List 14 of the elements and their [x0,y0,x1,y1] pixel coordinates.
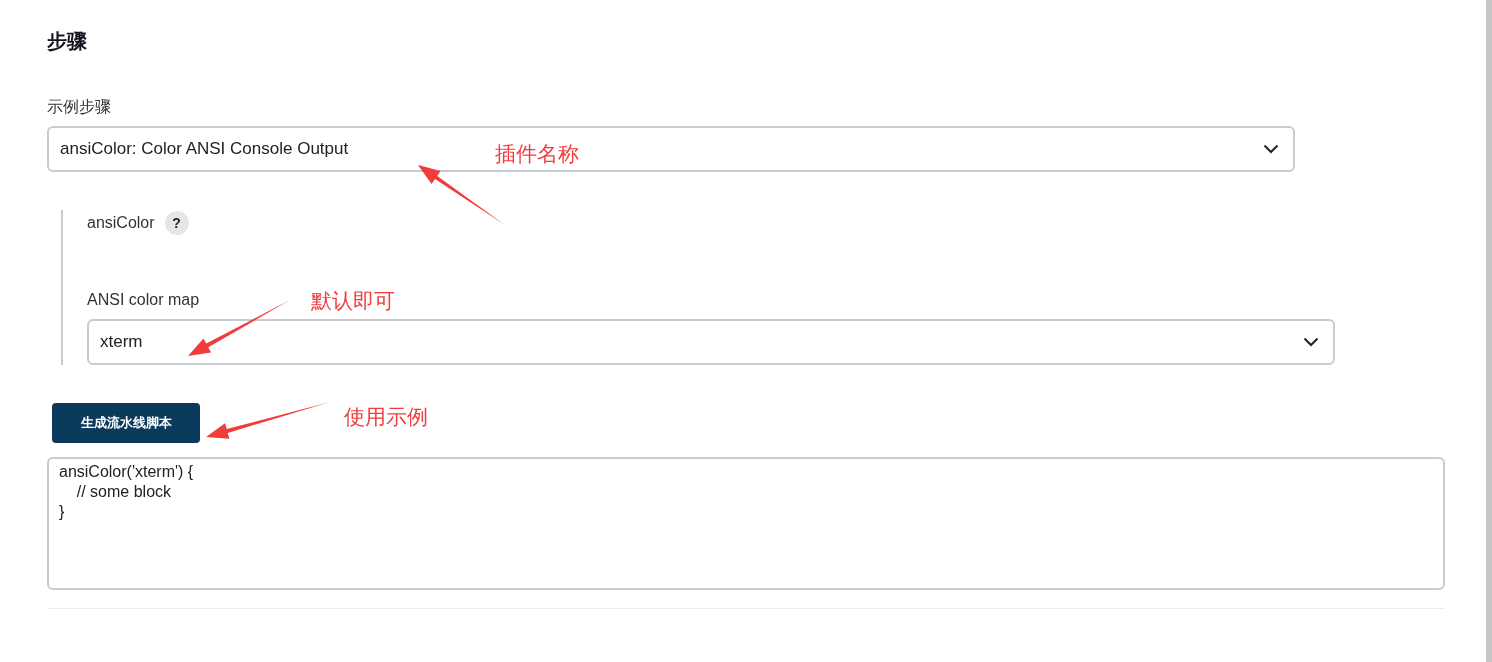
help-button[interactable]: ? [164,211,189,235]
script-field[interactable]: ansiColor('xterm') { // some block } [47,457,1445,590]
scrollbar[interactable] [1486,0,1492,662]
generate-script-button[interactable]: 生成流水线脚本 [52,403,200,443]
annotation-text: 默认即可 [311,288,395,314]
color-map-select[interactable]: xterm [87,319,1335,365]
step-name: ansiColor [87,213,155,233]
field-label: 示例步骤 [47,97,111,117]
annotation-text: 插件名称 [495,141,579,167]
section-title: 步骤 [47,29,88,54]
annotation-text: 使用示例 [344,404,428,430]
chevron-down-icon [1303,337,1319,347]
chevron-down-icon [1263,144,1279,154]
field-label: ANSI color map [87,290,200,310]
